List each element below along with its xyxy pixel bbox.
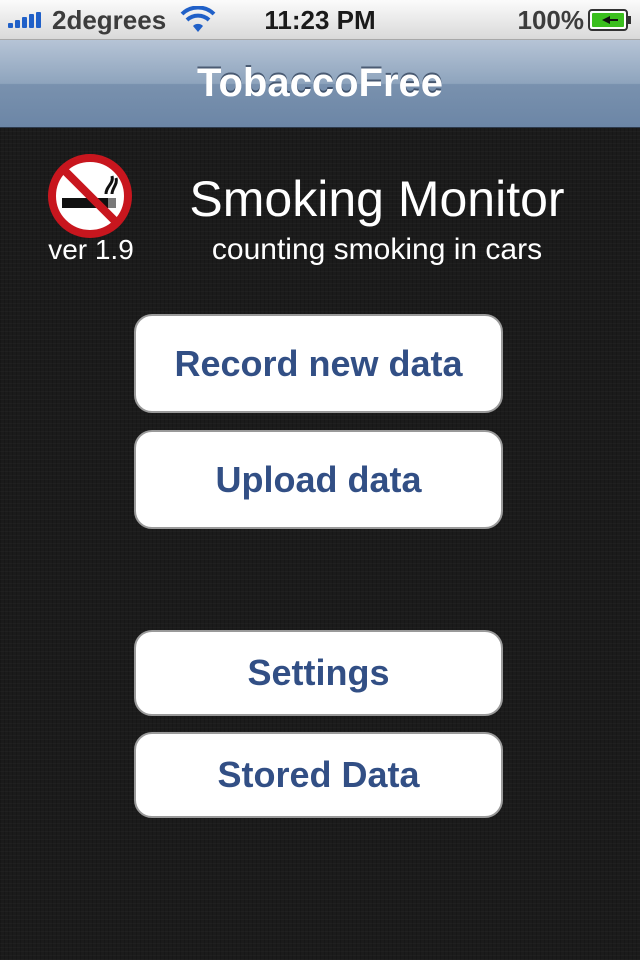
battery-percentage: 100% — [517, 5, 585, 35]
app-title: Smoking Monitor — [189, 171, 565, 227]
navigation-bar: TobaccoFree — [0, 40, 640, 128]
status-bar: 2degrees 11:23 PM 100% — [0, 0, 640, 40]
battery-icon — [588, 9, 631, 31]
upload-data-button[interactable]: Upload data — [134, 430, 503, 529]
record-new-data-button[interactable]: Record new data — [134, 314, 503, 413]
app-version: ver 1.9 — [48, 234, 134, 265]
app-subtitle: counting smoking in cars — [211, 233, 543, 266]
main-content: ver 1.9 Smoking Monitor counting smoking… — [0, 128, 640, 960]
settings-button[interactable]: Settings — [134, 630, 503, 716]
stored-data-button[interactable]: Stored Data — [134, 732, 503, 818]
nav-title: TobaccoFree — [197, 61, 443, 105]
no-smoking-icon — [48, 154, 132, 238]
